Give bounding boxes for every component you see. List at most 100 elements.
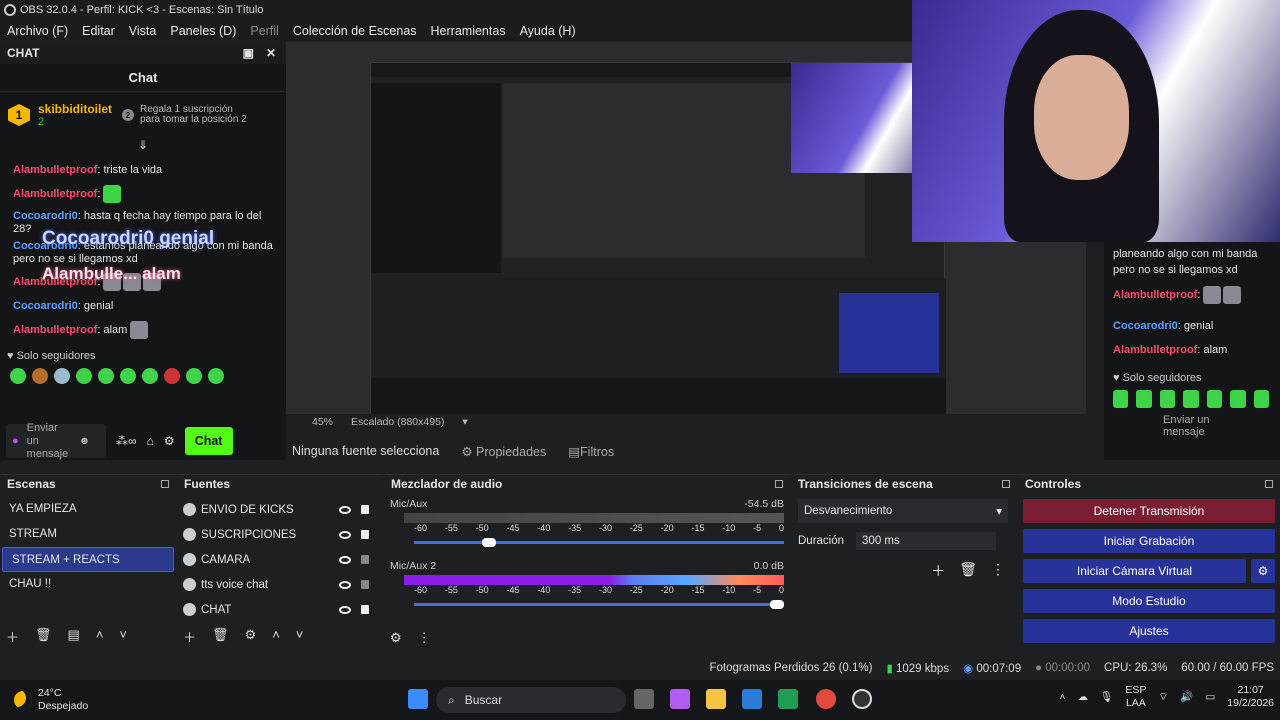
obs-icon[interactable]: [852, 689, 872, 709]
scroll-down-icon[interactable]: ⇓: [0, 138, 286, 152]
emote-bar[interactable]: [0, 364, 286, 388]
taskbar-search[interactable]: ⌕ Buscar: [436, 687, 626, 713]
file-explorer-icon[interactable]: [706, 689, 726, 709]
virtual-camera-settings-icon[interactable]: ⚙: [1251, 559, 1275, 583]
eye-icon[interactable]: [339, 605, 351, 614]
stop-stream-button[interactable]: Detener Transmisión: [1023, 499, 1275, 523]
menu-editar[interactable]: Editar: [75, 24, 122, 38]
menu-vista[interactable]: Vista: [122, 24, 164, 38]
eye-icon[interactable]: [339, 505, 351, 514]
word-icon[interactable]: [742, 689, 762, 709]
chevron-down-icon[interactable]: ▾: [462, 416, 467, 428]
scene-item[interactable]: STREAM: [0, 522, 176, 547]
source-item[interactable]: ENVIO DE KICKS: [177, 497, 383, 522]
add-icon[interactable]: ＋: [183, 627, 196, 646]
virtual-camera-button[interactable]: Iniciar Cámara Virtual: [1023, 559, 1246, 583]
start-recording-button[interactable]: Iniciar Grabación: [1023, 529, 1275, 553]
emoji-icon[interactable]: ☻: [79, 435, 91, 448]
unlock-icon[interactable]: [361, 580, 369, 589]
filters-button[interactable]: ▤Filtros: [568, 444, 614, 459]
zoom-level[interactable]: 45%: [312, 416, 333, 428]
chevron-up-icon[interactable]: ˄: [1059, 691, 1065, 704]
menu-ayuda[interactable]: Ayuda (H): [513, 24, 583, 38]
store-icon[interactable]: ⌂: [147, 434, 154, 448]
source-item[interactable]: CAMARA: [177, 547, 383, 572]
scene-item[interactable]: CHAU !!: [0, 572, 176, 597]
up-icon[interactable]: ˄: [96, 627, 104, 646]
menu-icon[interactable]: ⋮: [418, 630, 431, 646]
properties-button[interactable]: ⚙ Propiedades: [461, 444, 546, 459]
menu-coleccion[interactable]: Colección de Escenas: [286, 24, 424, 38]
scene-item-selected[interactable]: STREAM + REACTS: [2, 547, 174, 572]
wifi-icon[interactable]: ⌔: [1158, 691, 1168, 704]
mic-icon[interactable]: 🎙: [1100, 691, 1113, 704]
up-icon[interactable]: ˄: [272, 627, 280, 646]
settings-icon[interactable]: ⚙: [164, 434, 175, 448]
scene-item[interactable]: YA EMPIEZA: [0, 497, 176, 522]
source-item[interactable]: SUSCRIPCIONES: [177, 522, 383, 547]
add-icon[interactable]: ＋: [931, 561, 945, 581]
volume-slider[interactable]: [414, 600, 784, 609]
volume-meter: [404, 575, 784, 585]
browser-source-icon: [183, 578, 196, 591]
menu-icon[interactable]: ⋮: [991, 561, 1005, 581]
advanced-audio-icon[interactable]: ⚙: [390, 630, 402, 646]
no-source-label: Ninguna fuente selecciona: [292, 444, 440, 458]
camera-source-icon: [183, 553, 196, 566]
volume-icon[interactable]: 🔊: [1180, 691, 1193, 704]
meter-tick: -35: [568, 585, 582, 595]
send-chat-button[interactable]: Chat: [184, 427, 233, 455]
menu-archivo[interactable]: Archivo (F): [0, 24, 75, 38]
trash-icon[interactable]: 🗑: [959, 561, 977, 581]
eye-icon[interactable]: [339, 580, 351, 589]
slider-knob[interactable]: [482, 538, 496, 547]
mic-icon[interactable]: ●: [12, 435, 19, 448]
scale-mode[interactable]: Escalado (880x495): [351, 416, 444, 428]
float-icon[interactable]: [161, 480, 169, 488]
preview-nested-capture: [370, 62, 946, 416]
trash-icon[interactable]: 🗑: [35, 627, 52, 646]
eye-icon[interactable]: [339, 530, 351, 539]
gear-icon[interactable]: ⚙: [245, 627, 257, 646]
obs-window: OBS 32.0.4 - Perfil: KICK <3 - Escenas: …: [0, 0, 1280, 720]
lock-icon[interactable]: [361, 505, 369, 514]
connections-icon[interactable]: ⁂∞: [116, 434, 137, 448]
clock[interactable]: 21:07 19/2/2026: [1227, 684, 1274, 710]
menu-perfil[interactable]: Perfil: [243, 24, 285, 38]
volume-meter: [404, 513, 784, 523]
settings-button[interactable]: Ajustes: [1023, 619, 1275, 643]
slider-knob[interactable]: [770, 600, 784, 609]
float-icon[interactable]: [775, 480, 783, 488]
filter-icon[interactable]: ▤: [68, 627, 80, 646]
chat-input[interactable]: ● Enviar un mensaje ☻: [6, 422, 106, 460]
windows-start-icon[interactable]: [408, 689, 428, 709]
task-view-icon[interactable]: [634, 689, 654, 709]
unlock-icon[interactable]: [361, 555, 369, 564]
source-item[interactable]: tts voice chat: [177, 572, 383, 597]
add-icon[interactable]: ＋: [6, 627, 19, 646]
float-icon[interactable]: [1002, 480, 1010, 488]
trash-icon[interactable]: 🗑: [212, 627, 229, 646]
down-icon[interactable]: ˅: [296, 627, 304, 646]
studio-mode-button[interactable]: Modo Estudio: [1023, 589, 1275, 613]
onedrive-icon[interactable]: ☁: [1078, 691, 1089, 704]
float-icon[interactable]: [1265, 480, 1273, 488]
menu-paneles[interactable]: Paneles (D): [163, 24, 243, 38]
close-icon[interactable]: ✕: [266, 46, 276, 60]
weather-widget[interactable]: 24°C Despejado: [0, 687, 88, 713]
down-icon[interactable]: ˅: [119, 627, 127, 646]
chrome-icon[interactable]: [816, 689, 836, 709]
menu-herramientas[interactable]: Herramientas: [424, 24, 513, 38]
source-item[interactable]: CHAT: [177, 597, 383, 622]
transition-select[interactable]: Desvanecimiento ▾: [798, 499, 1008, 523]
eye-icon[interactable]: [339, 555, 351, 564]
excel-icon[interactable]: [778, 689, 798, 709]
lock-icon[interactable]: [361, 530, 369, 539]
lock-icon[interactable]: [361, 605, 369, 614]
volume-slider[interactable]: [414, 538, 784, 547]
float-icon[interactable]: ▣: [243, 46, 254, 60]
language-indicator[interactable]: ESP LAA: [1125, 684, 1146, 710]
battery-icon[interactable]: ▭: [1205, 691, 1215, 704]
copilot-icon[interactable]: [670, 689, 690, 709]
duration-input[interactable]: 300 ms: [856, 532, 997, 550]
